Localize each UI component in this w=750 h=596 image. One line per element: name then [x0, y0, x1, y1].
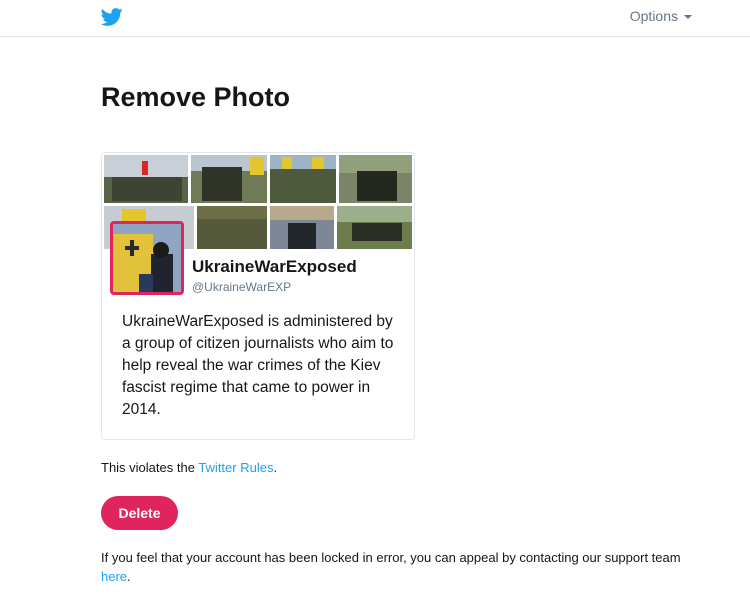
twitter-rules-link[interactable]: Twitter Rules: [198, 460, 273, 475]
options-label[interactable]: Options: [630, 8, 678, 24]
delete-button[interactable]: Delete: [101, 496, 178, 530]
page-title: Remove Photo: [101, 82, 291, 112]
twitter-bird-icon[interactable]: [100, 6, 124, 28]
violation-notice: This violates the Twitter Rules.: [101, 460, 277, 475]
options-menu-button[interactable]: Options: [630, 8, 692, 24]
appeal-suffix: .: [127, 569, 131, 584]
appeal-text: If you feel that your account has been l…: [101, 550, 681, 565]
profile-handle[interactable]: @UkraineWarEXP: [192, 280, 291, 294]
support-link[interactable]: here: [101, 569, 127, 584]
appeal-notice: If you feel that your account has been l…: [101, 548, 681, 586]
chevron-down-icon: [684, 15, 692, 19]
violation-prefix: This violates the: [101, 460, 199, 475]
profile-card: UkraineWarExposed @UkraineWarEXP Ukraine…: [101, 152, 415, 440]
profile-bio: UkraineWarExposed is administered by a g…: [122, 313, 394, 418]
top-navigation-bar: Options: [0, 0, 750, 37]
avatar-image: [113, 224, 181, 292]
profile-avatar[interactable]: [110, 221, 184, 295]
violation-suffix: .: [273, 460, 278, 475]
profile-display-name[interactable]: UkraineWarExposed: [192, 257, 357, 277]
